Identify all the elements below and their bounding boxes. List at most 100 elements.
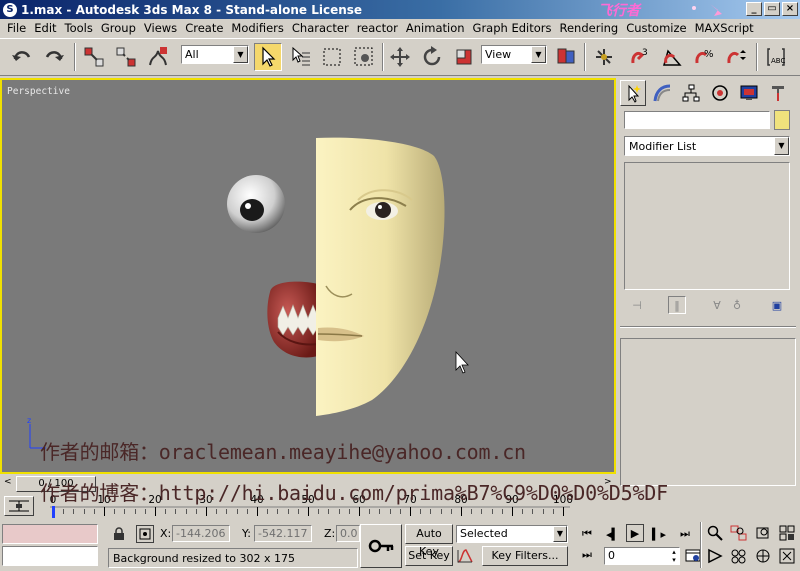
trackbar-minor-tick — [83, 509, 85, 514]
chevron-down-icon: ▼ — [774, 137, 789, 155]
motion-tab-icon[interactable] — [707, 80, 733, 106]
select-and-move-icon[interactable] — [386, 43, 414, 71]
auto-key-button[interactable]: Auto Key — [405, 524, 453, 558]
modifier-stack[interactable] — [624, 162, 790, 290]
select-and-link-icon[interactable] — [80, 43, 108, 71]
default-in-out-tangents-icon[interactable] — [456, 547, 474, 565]
menu-group[interactable]: Group — [97, 21, 140, 35]
remove-modifier-icon[interactable]: ♁ — [728, 296, 746, 314]
trackbar-tick — [461, 507, 462, 516]
spinner-icon[interactable]: ▴ ▾ — [669, 548, 679, 564]
field-of-view-icon[interactable] — [706, 547, 724, 565]
key-filters-button[interactable]: Key Filters... — [482, 546, 568, 566]
trackbar-minor-tick — [399, 509, 401, 514]
menu-create[interactable]: Create — [181, 21, 227, 35]
menu-tools[interactable]: Tools — [61, 21, 97, 35]
menu-rendering[interactable]: Rendering — [556, 21, 623, 35]
trackbar-minor-tick — [389, 509, 391, 514]
lock-selection-icon[interactable] — [110, 525, 128, 543]
play-icon[interactable]: ▶ — [626, 524, 644, 542]
select-and-rotate-icon[interactable] — [418, 43, 446, 71]
viewport-scene: z — [27, 137, 469, 449]
curve-editor-mini-icon[interactable] — [4, 496, 34, 516]
rectangular-selection-region-icon[interactable] — [318, 43, 346, 71]
arc-rotate-icon[interactable] — [754, 547, 772, 565]
perspective-viewport[interactable]: Perspective z 作者的邮箱：oraclemean.meayihe@y… — [0, 78, 616, 474]
z-coordinate-field[interactable]: 0.0 — [336, 525, 360, 542]
restore-button[interactable]: ▭ — [764, 2, 780, 16]
use-pivot-center-icon[interactable] — [552, 43, 580, 71]
key-mode-toggle-icon[interactable]: ⏭ — [578, 546, 596, 564]
menu-file[interactable]: File — [3, 21, 30, 35]
pin-stack-icon[interactable]: ⊣ — [628, 296, 646, 314]
trackbar-minor-tick — [165, 509, 167, 514]
hierarchy-tab-icon[interactable] — [678, 80, 704, 106]
percent-snap-toggle-icon[interactable]: % — [690, 43, 718, 71]
minimize-button[interactable]: _ — [746, 2, 762, 16]
previous-frame-icon[interactable]: ◂▍ — [604, 525, 622, 543]
svg-text:飞行者: 飞行者 — [598, 2, 642, 18]
zoom-all-icon[interactable] — [730, 524, 748, 542]
set-key-filter-key-icon[interactable] — [360, 524, 402, 568]
menu-maxscript[interactable]: MAXScript — [691, 21, 758, 35]
maxscript-listener-mini[interactable] — [2, 524, 98, 544]
object-name-field[interactable] — [624, 111, 770, 129]
go-to-start-icon[interactable]: ⏮ — [578, 525, 596, 543]
key-selection-set-dropdown[interactable]: Selected ▼ — [456, 525, 568, 543]
menu-views[interactable]: Views — [140, 21, 181, 35]
absolute-mode-transform-icon[interactable] — [136, 525, 154, 543]
utilities-tab-icon[interactable] — [765, 80, 791, 106]
trackbar-tick — [104, 507, 105, 516]
menu-animation[interactable]: Animation — [402, 21, 469, 35]
close-button[interactable]: × — [782, 2, 798, 16]
spinner-snap-toggle-icon[interactable] — [722, 43, 750, 71]
trackbar-minor-tick — [93, 509, 95, 514]
object-color-swatch[interactable] — [774, 110, 790, 130]
maxscript-output-mini[interactable] — [2, 546, 98, 566]
configure-modifier-sets-icon[interactable]: ▣ — [768, 296, 786, 314]
selection-filter-dropdown[interactable]: All ▼ — [181, 45, 249, 64]
menu-edit[interactable]: Edit — [30, 21, 60, 35]
make-unique-icon[interactable]: ∀ — [708, 296, 726, 314]
menu-character[interactable]: Character — [288, 21, 353, 35]
menu-customize[interactable]: Customize — [622, 21, 690, 35]
menu-modifiers[interactable]: Modifiers — [227, 21, 288, 35]
y-coordinate-field[interactable]: -542.117 — [254, 525, 312, 542]
axis-z-label: z — [27, 416, 31, 425]
maximize-viewport-icon[interactable] — [778, 547, 796, 565]
time-slider-prev[interactable]: < — [4, 477, 14, 491]
menu-reactor[interactable]: reactor — [353, 21, 402, 35]
zoom-extents-all-icon[interactable] — [778, 524, 796, 542]
undo-icon[interactable] — [8, 43, 36, 71]
next-frame-icon[interactable]: ▍▸ — [650, 525, 668, 543]
menu-graph-editors[interactable]: Graph Editors — [469, 21, 556, 35]
set-key-button[interactable]: Set Key — [405, 546, 453, 566]
select-object-icon[interactable] — [254, 43, 282, 71]
modify-tab-icon[interactable] — [649, 80, 675, 106]
zoom-icon[interactable] — [706, 524, 724, 542]
select-and-manipulate-icon[interactable] — [590, 43, 618, 71]
x-coordinate-field[interactable]: -144.206 — [172, 525, 230, 542]
show-end-result-icon[interactable]: ‖ — [668, 296, 686, 314]
go-to-end-icon[interactable]: ⏭ — [676, 525, 694, 543]
angle-snap-toggle-icon[interactable] — [658, 43, 686, 71]
select-by-name-icon[interactable] — [286, 43, 314, 71]
trackbar-minor-tick — [348, 509, 350, 514]
bind-to-space-warp-icon[interactable] — [144, 43, 172, 71]
snaps-toggle-icon[interactable]: 3 — [626, 43, 654, 71]
display-tab-icon[interactable] — [736, 80, 762, 106]
app-icon[interactable]: S — [3, 2, 17, 17]
modifier-list-dropdown[interactable]: Modifier List ▼ — [624, 136, 790, 156]
unlink-selection-icon[interactable] — [112, 43, 140, 71]
status-bar: X: -144.206 Y: -542.117 Z: 0.0 Backgroun… — [0, 520, 800, 571]
select-and-scale-icon[interactable] — [450, 43, 478, 71]
zoom-extents-icon[interactable] — [754, 524, 772, 542]
pan-view-icon[interactable] — [730, 547, 748, 565]
trackbar-minor-tick — [236, 509, 238, 514]
redo-icon[interactable] — [40, 43, 68, 71]
edit-named-selection-icon[interactable]: ABC — [762, 43, 790, 71]
current-frame-field[interactable]: 0 ▴ ▾ — [604, 547, 680, 565]
create-tab-icon[interactable] — [620, 80, 646, 106]
reference-coordinate-dropdown[interactable]: View ▼ — [481, 45, 547, 64]
window-crossing-icon[interactable] — [350, 43, 378, 71]
